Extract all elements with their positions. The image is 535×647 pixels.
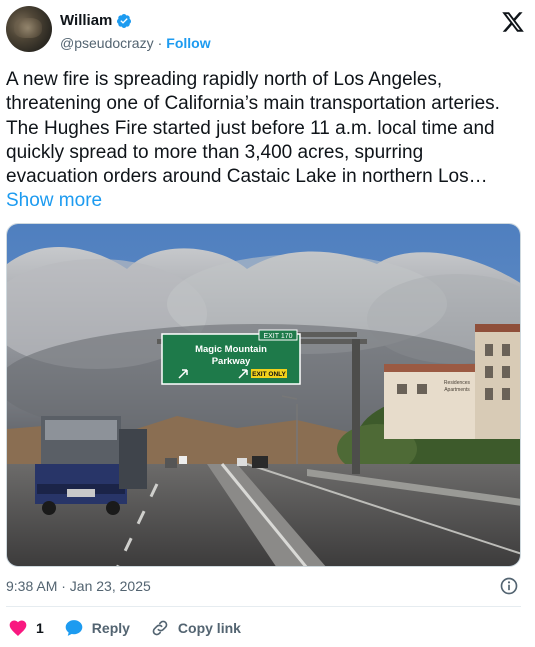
action-bar: 1 Reply Copy link (8, 616, 261, 640)
sign-exit-number: EXIT 170 (263, 333, 292, 340)
info-icon[interactable] (499, 576, 519, 596)
follow-button[interactable]: Follow (166, 35, 210, 51)
sign-exit-only: EXIT ONLY (252, 371, 286, 378)
avatar[interactable] (6, 6, 52, 52)
tweet-header: William @pseudocrazy · Follow (6, 6, 525, 56)
display-name[interactable]: William (60, 12, 112, 29)
like-count: 1 (36, 620, 44, 636)
like-button[interactable]: 1 (8, 618, 44, 638)
handle-row: @pseudocrazy · Follow (60, 35, 211, 51)
divider (6, 606, 521, 607)
tweet-timestamp[interactable]: 9:38 AM · Jan 23, 2025 (6, 578, 151, 594)
tweet-photo[interactable]: Residences Apartments EXIT 170 Magic Mou… (6, 223, 521, 567)
building-sign-line1: Residences (444, 380, 471, 386)
x-logo-icon[interactable] (501, 10, 525, 34)
building-sign-line2: Apartments (444, 387, 470, 393)
link-icon (152, 620, 168, 636)
handle[interactable]: @pseudocrazy (60, 35, 154, 51)
reply-label: Reply (91, 620, 130, 636)
sign-line1: Magic Mountain (195, 344, 267, 355)
tweet-body: A new fire is spreading rapidly north of… (6, 69, 500, 188)
wildfire-highway-photo: Residences Apartments EXIT 170 Magic Mou… (7, 224, 520, 566)
reply-button[interactable]: Reply (64, 618, 130, 638)
tweet-text: A new fire is spreading rapidly north of… (6, 68, 516, 214)
reply-icon (65, 620, 83, 636)
show-more-link[interactable]: Show more (6, 190, 102, 211)
copy-link-button[interactable]: Copy link (150, 618, 241, 638)
sign-line2: Parkway (212, 356, 251, 367)
name-row: William (60, 12, 132, 29)
tweet-card: William @pseudocrazy · Follow A new fire… (0, 0, 535, 647)
heart-icon (9, 620, 27, 636)
copy-link-label: Copy link (177, 620, 241, 636)
handle-separator: · (157, 35, 163, 51)
verified-badge-icon (117, 13, 132, 28)
